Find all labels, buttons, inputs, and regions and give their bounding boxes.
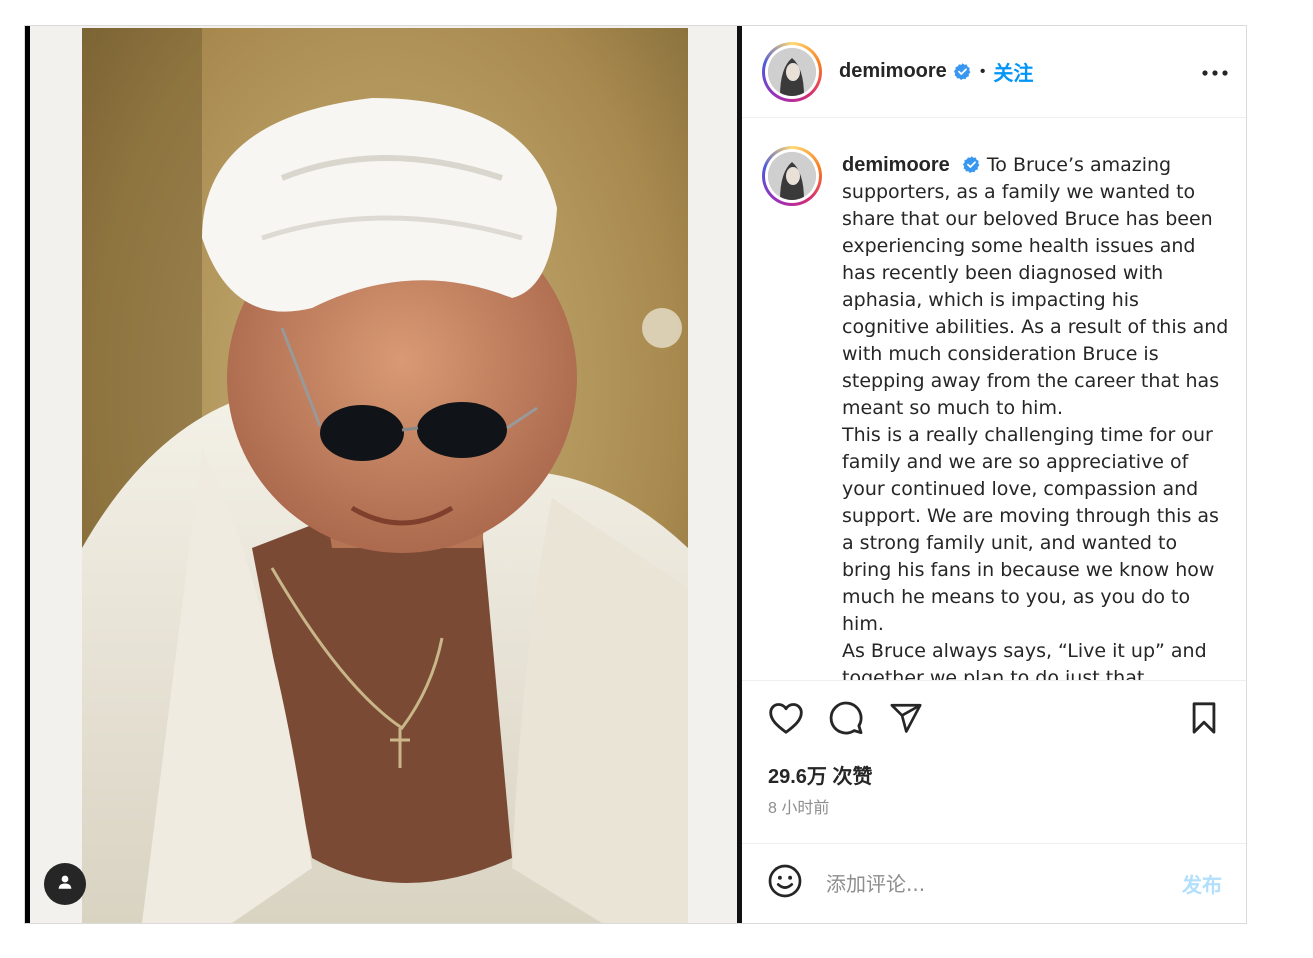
author-username[interactable]: demimoore (839, 60, 947, 83)
caption-paragraph: This is a really challenging time for ou… (842, 424, 1219, 635)
comment-box: 发布 (742, 843, 1246, 923)
post-photo[interactable] (82, 28, 688, 923)
comment-icon (828, 700, 864, 741)
share-button[interactable] (886, 700, 926, 740)
publish-button[interactable]: 发布 (1182, 869, 1222, 898)
emoji-icon (767, 863, 803, 904)
post-header: demimoore • 关注 (742, 26, 1246, 118)
post-media (25, 26, 742, 923)
heart-icon (768, 701, 804, 740)
likes-count[interactable]: 29.6万 次赞 (742, 759, 1246, 795)
separator-dot: • (979, 62, 986, 80)
caption-avatar[interactable] (762, 146, 822, 206)
comment-button[interactable] (826, 700, 866, 740)
avatar-image (768, 47, 816, 96)
verified-badge-icon (962, 155, 981, 174)
caption-paragraph: To Bruce’s amazing supporters, as a fami… (842, 154, 1229, 419)
save-button[interactable] (1184, 700, 1224, 740)
action-bar (742, 681, 1246, 759)
caption-area: demimoore To Bruce’s amazing supporters,… (742, 118, 1246, 681)
like-button[interactable] (766, 700, 806, 740)
user-tag-icon (56, 873, 74, 896)
bookmark-icon (1189, 701, 1219, 740)
avatar-image (768, 152, 816, 200)
photo-frame (30, 26, 740, 923)
follow-button[interactable]: 关注 (993, 57, 1033, 86)
more-options-icon (1202, 63, 1228, 81)
post-timestamp[interactable]: 8 小时前 (742, 795, 1246, 823)
user-tag-button[interactable] (44, 863, 86, 905)
more-options-button[interactable] (1200, 57, 1230, 87)
post-side-panel: demimoore • 关注 demimoore To Bruce’s amaz… (742, 26, 1246, 923)
caption-username[interactable]: demimoore (842, 154, 950, 176)
author-avatar[interactable] (762, 41, 822, 102)
share-icon (889, 701, 923, 740)
caption-paragraph: As Bruce always says, “Live it up” and t… (842, 640, 1207, 681)
verified-badge-icon (953, 62, 972, 81)
caption-row: demimoore To Bruce’s amazing supporters,… (762, 138, 1230, 681)
emoji-button[interactable] (766, 863, 804, 904)
comment-input[interactable] (826, 871, 1182, 896)
caption-text: demimoore To Bruce’s amazing supporters,… (842, 152, 1230, 681)
instagram-post-dialog: demimoore • 关注 demimoore To Bruce’s amaz… (24, 25, 1247, 924)
